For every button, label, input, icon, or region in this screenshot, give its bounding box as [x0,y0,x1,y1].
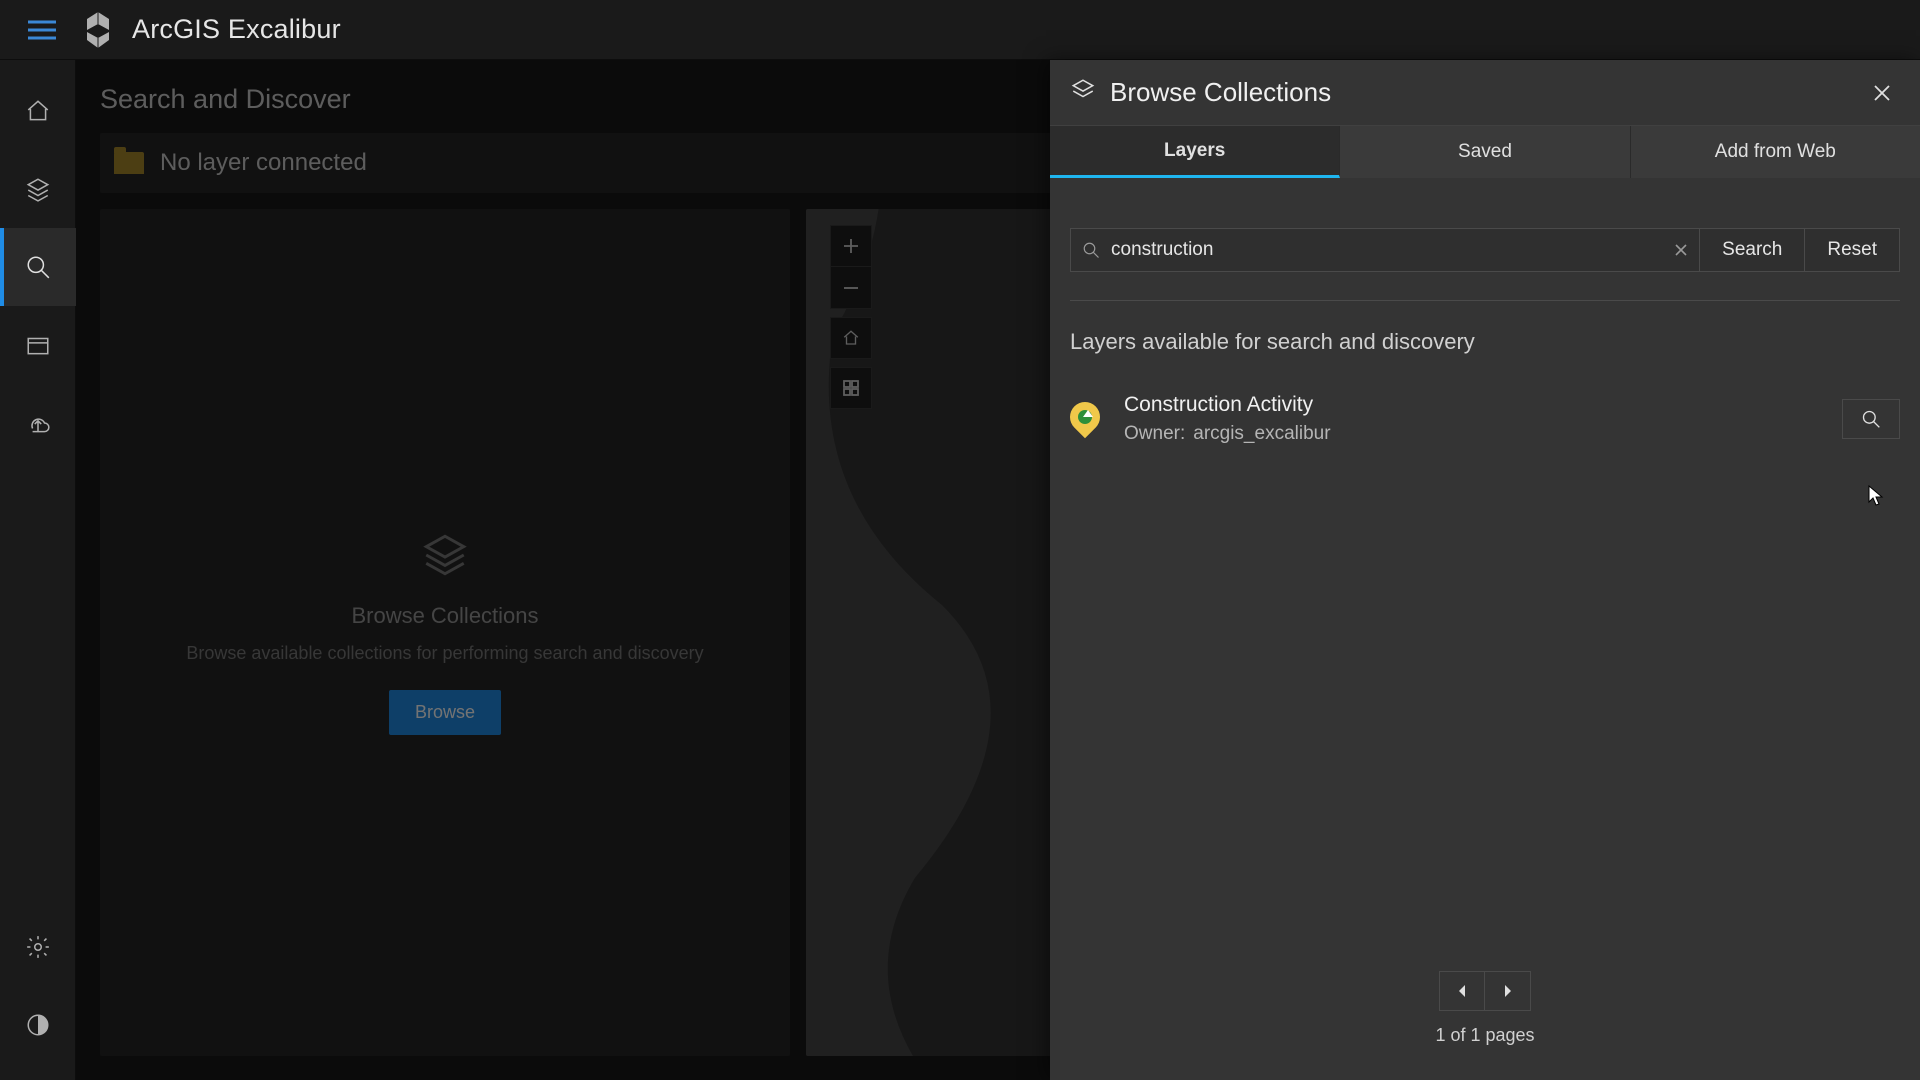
layer-pin-icon [1070,402,1104,436]
clear-search-button[interactable] [1663,229,1699,271]
menu-toggle[interactable] [16,0,68,60]
results-heading: Layers available for search and discover… [1070,329,1900,355]
sidebar-settings[interactable] [0,908,76,986]
pager-label: 1 of 1 pages [1435,1025,1534,1046]
search-icon [1071,241,1111,259]
app-header: ArcGIS Excalibur [0,0,1920,60]
result-row[interactable]: Construction Activity Owner:arcgis_excal… [1070,393,1900,445]
tab-layers[interactable]: Layers [1050,126,1340,178]
app-title: ArcGIS Excalibur [132,14,341,45]
app-logo-icon [76,8,120,52]
sidebar-layers[interactable] [0,150,76,228]
browse-collections-drawer: Browse Collections Layers Saved Add from… [1050,60,1920,1080]
pager-prev-button[interactable] [1439,971,1485,1011]
pager-next-button[interactable] [1485,971,1531,1011]
sidebar-theme[interactable] [0,986,76,1064]
drawer-title: Browse Collections [1110,77,1331,108]
result-owner: Owner:arcgis_excalibur [1124,423,1842,445]
search-input[interactable] [1111,239,1663,261]
result-title: Construction Activity [1124,393,1842,417]
sidebar-home[interactable] [0,72,76,150]
left-sidebar [0,60,76,1080]
close-drawer-button[interactable] [1864,75,1900,111]
tab-saved[interactable]: Saved [1340,126,1630,178]
result-search-button[interactable] [1842,399,1900,439]
divider [1070,300,1900,301]
sidebar-search[interactable] [0,228,76,306]
sidebar-upload[interactable] [0,384,76,462]
search-button[interactable]: Search [1699,228,1805,272]
tab-add-from-web[interactable]: Add from Web [1631,126,1920,178]
pager [1439,971,1531,1011]
sidebar-files[interactable] [0,306,76,384]
drawer-tabs: Layers Saved Add from Web [1050,126,1920,178]
reset-button[interactable]: Reset [1805,228,1900,272]
layers-icon [1070,77,1096,108]
cursor-icon [1868,485,1884,507]
search-input-wrapper [1070,228,1699,272]
